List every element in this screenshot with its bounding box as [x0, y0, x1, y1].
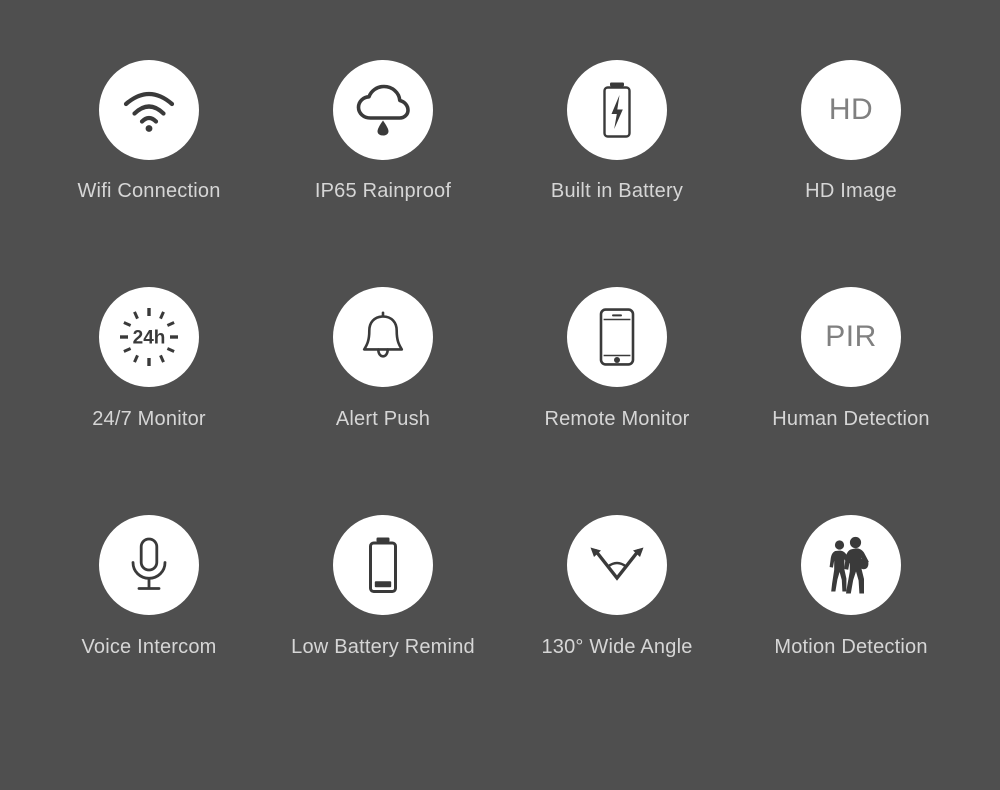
svg-text:24h: 24h [133, 328, 166, 349]
feature-item-motion-detection[interactable]: Motion Detection [734, 503, 968, 659]
icon-circle [333, 287, 433, 388]
feature-item-built-in-battery[interactable]: Built in Battery [500, 48, 734, 203]
icon-circle: PIR [801, 287, 901, 388]
feature-label: Voice Intercom [81, 635, 217, 658]
cloud-rain-icon [354, 84, 412, 136]
feature-item-human-detection[interactable]: PIR Human Detection [734, 275, 968, 431]
feature-item-voice-intercom[interactable]: Voice Intercom [32, 503, 266, 659]
wide-angle-icon [589, 544, 645, 586]
feature-label: Low Battery Remind [291, 635, 475, 658]
feature-item-low-battery-remind[interactable]: Low Battery Remind [266, 503, 500, 659]
icon-circle [99, 514, 199, 615]
feature-item-remote-monitor[interactable]: Remote Monitor [500, 275, 734, 431]
icon-circle: 24h [99, 287, 199, 388]
feature-item-ip65-rainproof[interactable]: IP65 Rainproof [266, 48, 500, 203]
feature-label: IP65 Rainproof [314, 180, 452, 202]
feature-label: HD Image [805, 180, 897, 202]
feature-item-24-7-monitor[interactable]: 24h 24/7 Monitor [32, 275, 266, 431]
wifi-icon [121, 87, 177, 133]
battery-charging-icon [597, 81, 637, 139]
pir-text-icon: PIR [825, 320, 877, 354]
smartphone-icon [599, 308, 635, 367]
feature-label: Human Detection [772, 408, 930, 431]
icon-circle [567, 287, 667, 388]
icon-circle: HD [801, 60, 901, 160]
feature-item-wide-angle[interactable]: 130° Wide Angle [500, 503, 734, 659]
feature-label: Alert Push [335, 408, 431, 431]
icon-circle [567, 60, 667, 160]
icon-circle [333, 60, 433, 160]
icon-circle [99, 60, 199, 160]
feature-label: Built in Battery [550, 180, 684, 202]
feature-label: Remote Monitor [544, 408, 690, 431]
feature-label: 24/7 Monitor [92, 408, 206, 431]
microphone-icon [125, 537, 173, 593]
bell-icon [357, 311, 409, 363]
feature-label: Motion Detection [774, 635, 928, 658]
feature-label: Wifi Connection [77, 180, 221, 202]
icon-circle [333, 514, 433, 615]
icon-circle [567, 514, 667, 615]
walking-people-icon [823, 536, 879, 594]
feature-label: 130° Wide Angle [541, 635, 693, 658]
hd-text-icon: HD [828, 93, 874, 126]
feature-item-hd-image[interactable]: HD HD Image [734, 48, 968, 203]
battery-low-icon [363, 536, 403, 594]
feature-item-wifi-connection[interactable]: Wifi Connection [32, 48, 266, 203]
icon-circle [801, 514, 901, 615]
feature-grid: Wifi Connection IP65 Rainproof Built in [0, 0, 1000, 790]
24h-sunburst-icon: 24h [116, 304, 182, 370]
feature-item-alert-push[interactable]: Alert Push [266, 275, 500, 431]
